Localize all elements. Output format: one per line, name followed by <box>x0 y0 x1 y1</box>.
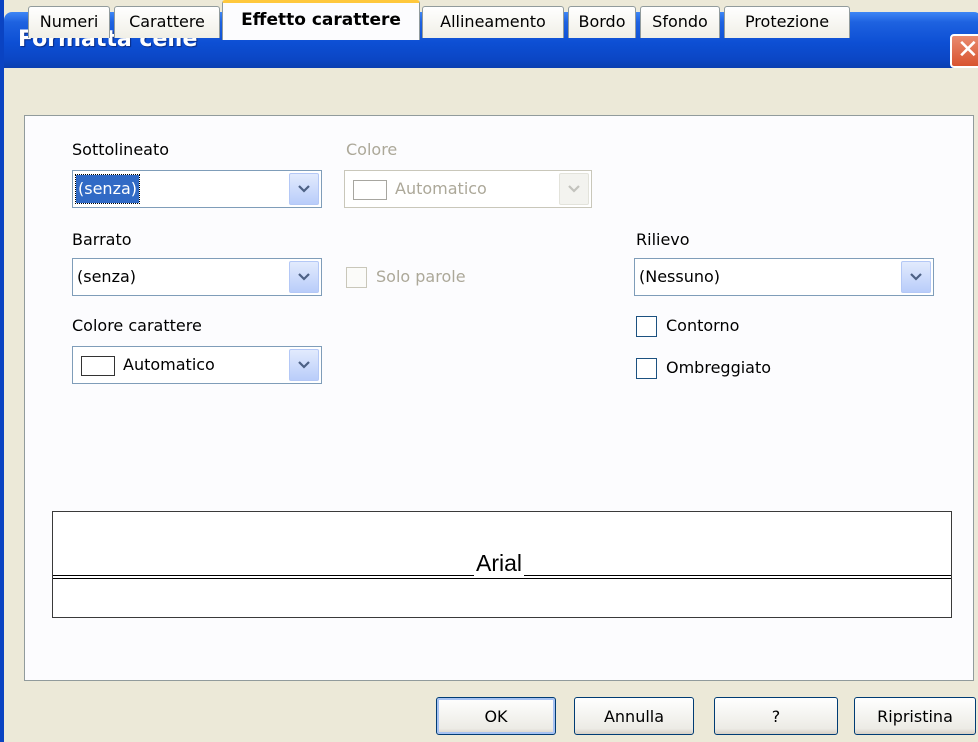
chevron-down-icon <box>298 361 310 369</box>
ripristina-button-label: Ripristina <box>877 707 953 726</box>
ripristina-button[interactable]: Ripristina <box>854 697 976 735</box>
tab-label: Sfondo <box>652 12 708 31</box>
annulla-button-label: Annulla <box>603 707 665 726</box>
rilievo-dropdown-button[interactable] <box>901 261 931 293</box>
ok-button[interactable]: OK <box>436 697 556 735</box>
sottolineato-value: (senza) <box>74 174 141 204</box>
barrato-label: Barrato <box>72 230 132 249</box>
preview-baseline-lower <box>53 578 951 579</box>
rilievo-select[interactable]: (Nessuno) <box>634 258 934 296</box>
close-button[interactable]: ✕ <box>950 34 978 68</box>
colore-carattere-label: Colore carattere <box>72 316 202 335</box>
color-swatch <box>81 356 115 376</box>
chevron-down-icon <box>910 273 922 281</box>
tab-bordo[interactable]: Bordo <box>568 6 636 38</box>
chevron-down-icon <box>298 273 310 281</box>
ombreggiato-label: Ombreggiato <box>666 358 772 377</box>
tab-protezione[interactable]: Protezione <box>724 6 850 38</box>
colore-select[interactable]: Automatico <box>344 170 592 208</box>
chevron-down-icon <box>298 185 310 193</box>
color-swatch <box>353 180 387 200</box>
tab-label: Bordo <box>578 12 626 31</box>
tab-allineamento[interactable]: Allineamento <box>422 6 564 38</box>
tab-carattere[interactable]: Carattere <box>114 6 220 38</box>
barrato-select[interactable]: (senza) <box>72 258 322 296</box>
sottolineato-dropdown-button[interactable] <box>289 173 319 205</box>
tab-label: Protezione <box>744 12 830 31</box>
preview-text: Arial <box>474 550 525 577</box>
barrato-value: (senza) <box>77 267 137 286</box>
tab-numeri[interactable]: Numeri <box>28 6 110 38</box>
ombreggiato-checkbox[interactable] <box>636 358 657 379</box>
contorno-checkbox[interactable] <box>636 316 657 337</box>
annulla-button[interactable]: Annulla <box>574 697 694 735</box>
tab-sfondo[interactable]: Sfondo <box>640 6 720 38</box>
ok-button-label: OK <box>484 707 508 726</box>
solo-parole-checkbox[interactable] <box>346 267 367 288</box>
help-button-label: ? <box>771 707 781 726</box>
colore-carattere-select[interactable]: Automatico <box>72 346 322 384</box>
solo-parole-label: Solo parole <box>376 267 466 286</box>
contorno-label: Contorno <box>666 316 740 335</box>
font-preview: Arial <box>52 511 952 618</box>
sottolineato-select[interactable]: (senza) <box>72 170 322 208</box>
tab-label: Allineamento <box>440 12 546 31</box>
tab-label: Numeri <box>39 12 99 31</box>
help-button[interactable]: ? <box>714 697 838 735</box>
close-icon: ✕ <box>957 35 978 65</box>
tab-label: Carattere <box>129 12 205 31</box>
colore-carattere-value: Automatico <box>123 355 215 374</box>
tab-effetto-carattere[interactable]: Effetto carattere <box>222 0 420 40</box>
colore-value: Automatico <box>395 179 487 198</box>
colore-label: Colore <box>346 140 398 159</box>
dialog-window: Formatta celle ✕ Numeri Carattere Effett… <box>0 0 978 742</box>
rilievo-label: Rilievo <box>636 230 690 249</box>
sottolineato-label: Sottolineato <box>72 140 170 159</box>
tab-label: Effetto carattere <box>241 10 401 30</box>
rilievo-value: (Nessuno) <box>639 267 721 286</box>
colore-carattere-dropdown-button[interactable] <box>289 349 319 381</box>
colore-dropdown-button[interactable] <box>559 173 589 205</box>
barrato-dropdown-button[interactable] <box>289 261 319 293</box>
chevron-down-icon <box>568 185 580 193</box>
